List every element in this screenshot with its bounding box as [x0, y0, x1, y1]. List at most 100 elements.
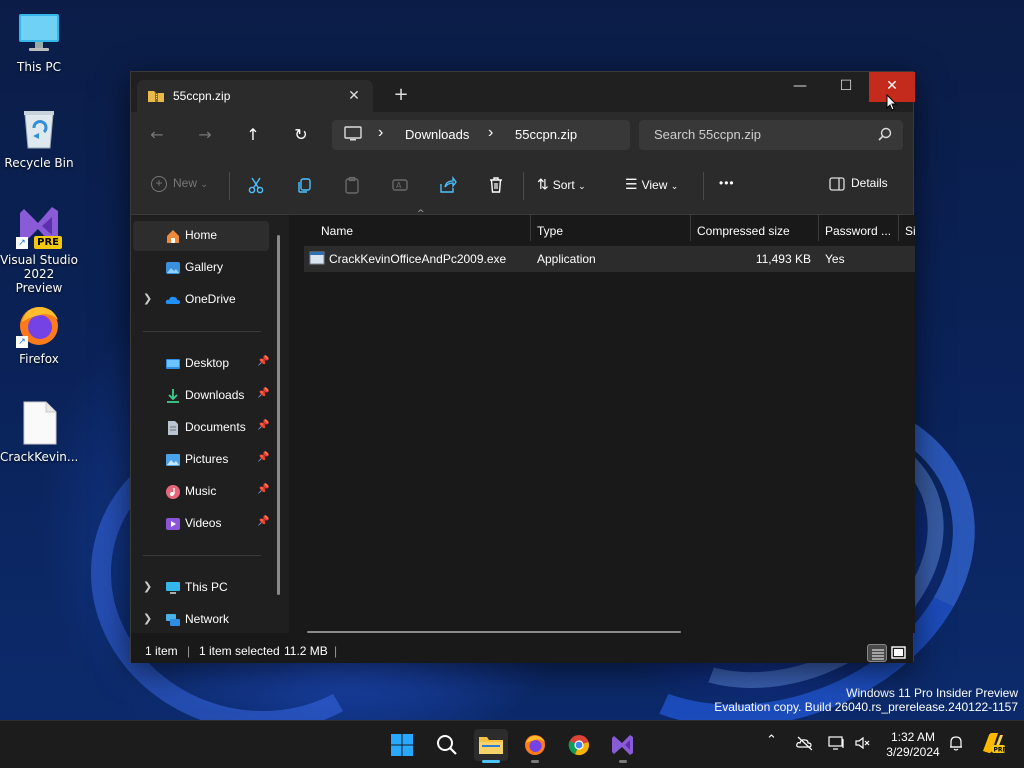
- sidebar-item-pictures[interactable]: Pictures 📌: [133, 445, 269, 475]
- volume-muted-icon[interactable]: [854, 735, 872, 755]
- large-icons-view-icon: [891, 646, 906, 659]
- watermark-line-1: Windows 11 Pro Insider Preview: [846, 686, 1018, 700]
- share-icon: [440, 176, 457, 193]
- pin-icon[interactable]: 📌: [257, 484, 269, 495]
- visual-studio-icon: PRE ↗: [16, 203, 62, 249]
- pin-icon[interactable]: 📌: [257, 356, 269, 367]
- column-header-name[interactable]: Name: [321, 219, 353, 243]
- cut-icon: [248, 177, 264, 194]
- active-indicator: [482, 760, 500, 763]
- search-input[interactable]: Search 55ccpn.zip: [654, 127, 761, 142]
- clock[interactable]: 1:32 AM 3/29/2024: [880, 730, 946, 760]
- sidebar-item-label: Downloads: [185, 388, 245, 402]
- share-button[interactable]: [439, 176, 457, 198]
- chevron-right-icon[interactable]: ❯: [143, 580, 152, 593]
- taskbar-file-explorer[interactable]: [474, 729, 508, 763]
- minimize-button[interactable]: —: [777, 72, 823, 102]
- column-header-type[interactable]: Type: [537, 219, 563, 243]
- sort-button[interactable]: ⇅ Sort ⌄: [537, 176, 586, 198]
- windows-watermark: Windows 11 Pro Insider Preview Evaluatio…: [714, 686, 1018, 714]
- copilot-preview-icon[interactable]: PRE: [980, 731, 1007, 759]
- sidebar-item-downloads[interactable]: Downloads 📌: [133, 381, 269, 411]
- chevron-right-icon[interactable]: ❯: [143, 292, 152, 305]
- refresh-button[interactable]: ↻: [287, 122, 315, 148]
- desktop-icon-recycle-bin[interactable]: Recycle Bin: [0, 106, 78, 170]
- column-divider[interactable]: [530, 215, 531, 241]
- copy-button[interactable]: [295, 176, 313, 198]
- sidebar-item-this-pc[interactable]: ❯ This PC: [133, 573, 269, 603]
- up-button[interactable]: ↑: [239, 122, 267, 148]
- column-header-password[interactable]: Password ...: [825, 219, 891, 243]
- svg-text:PRE: PRE: [994, 747, 1007, 754]
- column-divider[interactable]: [818, 215, 819, 241]
- file-type: Application: [537, 252, 596, 266]
- sidebar-item-videos[interactable]: Videos 📌: [133, 509, 269, 539]
- start-button[interactable]: [385, 729, 419, 761]
- pictures-icon: [165, 452, 181, 468]
- address-bar[interactable]: › Downloads › 55ccpn.zip: [332, 120, 630, 150]
- taskbar-chrome[interactable]: [562, 729, 596, 761]
- new-button[interactable]: + New ⌄: [151, 176, 208, 198]
- sidebar-item-label: This PC: [185, 580, 228, 594]
- sidebar-item-music[interactable]: Music 📌: [133, 477, 269, 507]
- network-icon[interactable]: [828, 735, 846, 755]
- chevron-down-icon: ⌄: [670, 181, 679, 191]
- search-box[interactable]: Search 55ccpn.zip: [639, 120, 903, 150]
- more-options-button[interactable]: •••: [719, 176, 735, 198]
- notification-bell-icon[interactable]: [948, 735, 964, 755]
- column-header-compressed-size[interactable]: Compressed size: [697, 219, 790, 243]
- windows-logo-icon: [391, 734, 413, 756]
- chevron-down-icon: ⌄: [200, 179, 208, 190]
- sidebar-scrollbar[interactable]: [277, 235, 280, 595]
- cut-button[interactable]: [247, 176, 265, 198]
- column-divider[interactable]: [690, 215, 691, 241]
- title-bar[interactable]: 55ccpn.zip ✕ + — ☐ ✕: [131, 72, 915, 112]
- delete-button[interactable]: [487, 176, 505, 198]
- navigation-bar: ← → ↑ ↻ › Downloads › 55ccpn.zip Search …: [131, 112, 913, 158]
- desktop-icon-label: CrackKevin...: [0, 450, 79, 464]
- breadcrumb-zip[interactable]: 55ccpn.zip: [515, 127, 577, 142]
- taskbar-search-button[interactable]: [430, 729, 464, 761]
- large-icons-view-button[interactable]: [889, 644, 909, 662]
- taskbar-visual-studio[interactable]: [606, 729, 640, 763]
- sidebar-item-home[interactable]: Home: [133, 221, 269, 251]
- forward-button[interactable]: →: [191, 122, 219, 148]
- horizontal-scrollbar[interactable]: [307, 631, 681, 633]
- paste-button[interactable]: [343, 176, 361, 198]
- sidebar-item-documents[interactable]: Documents 📌: [133, 413, 269, 443]
- tab-55ccpn-zip[interactable]: 55ccpn.zip ✕: [137, 80, 373, 112]
- tab-close-button[interactable]: ✕: [343, 85, 365, 107]
- onedrive-offline-icon[interactable]: [796, 735, 814, 755]
- back-button[interactable]: ←: [143, 122, 171, 148]
- desktop-icon-crackkevin[interactable]: CrackKevin...: [0, 400, 78, 464]
- sidebar-item-desktop[interactable]: Desktop 📌: [133, 349, 269, 379]
- sidebar-item-gallery[interactable]: Gallery: [133, 253, 269, 283]
- file-explorer-window: 55ccpn.zip ✕ + — ☐ ✕ ← → ↑ ↻ › Downloads…: [130, 71, 915, 663]
- pin-icon[interactable]: 📌: [257, 388, 269, 399]
- breadcrumb-downloads[interactable]: Downloads: [405, 127, 469, 142]
- column-header-size[interactable]: Si: [905, 219, 915, 243]
- details-pane-icon: [829, 177, 845, 191]
- view-button[interactable]: ☰ View ⌄: [625, 176, 678, 198]
- desktop-icon-firefox[interactable]: ↗ Firefox: [0, 302, 78, 366]
- taskbar-firefox[interactable]: [518, 729, 552, 763]
- maximize-button[interactable]: ☐: [823, 72, 869, 102]
- details-button[interactable]: Details: [829, 176, 888, 198]
- home-icon: [165, 228, 181, 244]
- new-tab-button[interactable]: +: [387, 84, 415, 108]
- status-bar: 1 item | 1 item selected 11.2 MB |: [131, 639, 913, 663]
- details-label: Details: [851, 176, 888, 190]
- details-view-button[interactable]: [867, 644, 887, 662]
- chevron-right-icon[interactable]: ❯: [143, 612, 152, 625]
- column-divider[interactable]: [898, 215, 899, 241]
- sidebar-item-onedrive[interactable]: ❯ OneDrive: [133, 285, 269, 315]
- pin-icon[interactable]: 📌: [257, 420, 269, 431]
- sidebar-item-network[interactable]: ❯ Network: [133, 605, 269, 635]
- pin-icon[interactable]: 📌: [257, 516, 269, 527]
- desktop-icon-this-pc[interactable]: This PC: [0, 10, 78, 74]
- desktop-icon-visual-studio[interactable]: PRE ↗ Visual Studio 2022 Preview: [0, 203, 78, 295]
- show-hidden-icons-button[interactable]: ⌃: [766, 733, 777, 748]
- rename-button[interactable]: A: [391, 176, 409, 198]
- pin-icon[interactable]: 📌: [257, 452, 269, 463]
- table-row[interactable]: CrackKevinOfficeAndPc2009.exe Applicatio…: [304, 246, 915, 272]
